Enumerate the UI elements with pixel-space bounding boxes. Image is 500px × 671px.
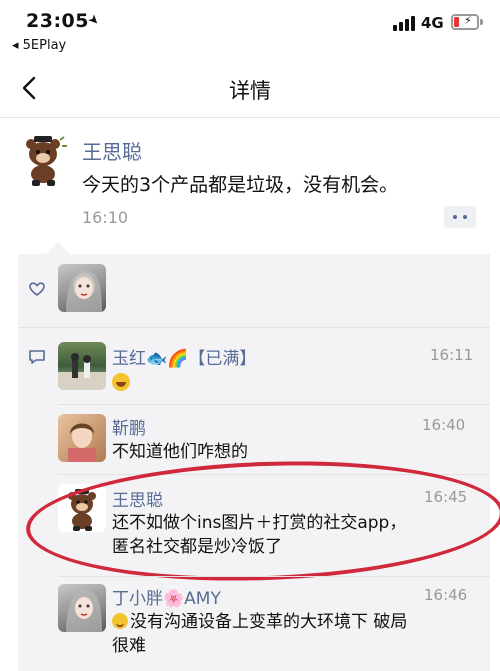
commenter-avatar[interactable]	[58, 414, 106, 462]
comment-text: 没有沟通设备上变革的大环境下 破局	[112, 610, 407, 634]
commenter-avatar[interactable]	[58, 584, 106, 632]
comment-divider	[58, 404, 490, 405]
comment-icon	[29, 350, 45, 364]
laughing-emoji-icon	[112, 373, 130, 391]
heart-icon	[29, 282, 45, 296]
comment-divider	[58, 576, 490, 577]
comment-text: 不知道他们咋想的	[112, 442, 248, 462]
more-actions-button[interactable]	[444, 206, 476, 228]
liker-avatar[interactable]	[58, 264, 106, 312]
likes-divider	[18, 327, 490, 328]
nav-bar: 详情	[0, 58, 500, 118]
comment-time: 16:11	[430, 346, 474, 364]
signal-strength-icon	[393, 15, 415, 31]
network-type: 4G	[421, 14, 444, 32]
commenter-name[interactable]: 靳鹏	[112, 414, 146, 439]
page-title: 详情	[229, 79, 271, 103]
status-bar: 23:05 ➤ ◂ 5EPlay 4G ⚡	[0, 0, 500, 58]
post-author-name[interactable]: 王思聪	[82, 136, 142, 165]
comment-time: 16:40	[422, 416, 466, 434]
status-time: 23:05	[26, 10, 89, 32]
commenter-avatar[interactable]	[58, 342, 106, 390]
smile-emoji-icon	[112, 613, 128, 629]
comment-time: 16:46	[424, 586, 468, 604]
back-to-app-link[interactable]: ◂ 5EPlay	[12, 38, 66, 53]
post-text: 今天的3个产品都是垃圾，没有机会。	[82, 174, 399, 196]
panel-pointer	[46, 242, 70, 254]
comment-text-line2: 很难	[112, 636, 146, 656]
battery-icon: ⚡	[451, 14, 479, 30]
comment-text-body: 没有沟通设备上变革的大环境下 破局	[130, 612, 408, 632]
battery-tip	[480, 19, 483, 25]
post-time: 16:10	[82, 208, 129, 227]
author-avatar[interactable]	[14, 130, 72, 188]
commenter-name[interactable]: 丁小胖🌸AMY	[112, 584, 221, 609]
commenter-name[interactable]: 玉红🐟🌈【已满】	[112, 344, 256, 369]
